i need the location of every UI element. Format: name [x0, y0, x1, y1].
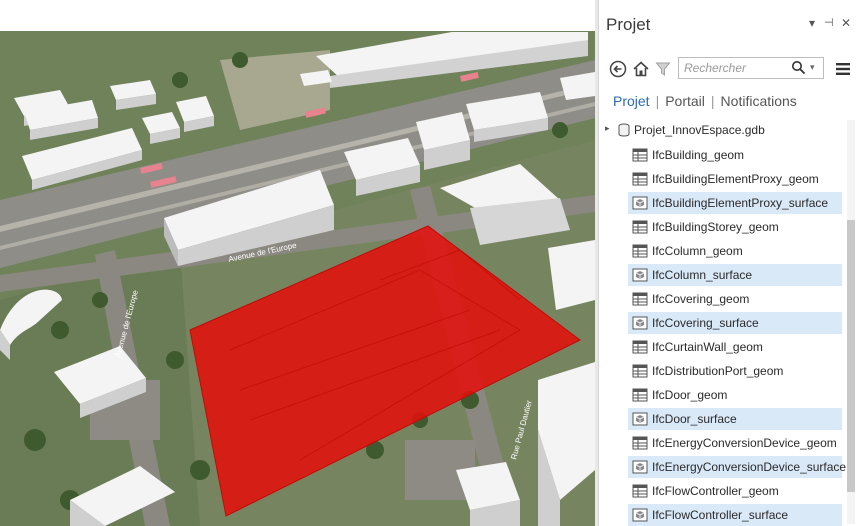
tree-item[interactable]: IfcBuildingStorey_geom — [628, 216, 842, 238]
tree-item-label: IfcCovering_surface — [652, 316, 759, 330]
home-icon[interactable] — [630, 58, 652, 80]
back-icon[interactable] — [607, 58, 629, 80]
tree-item-label: IfcBuilding_geom — [652, 148, 745, 162]
tree-item[interactable]: IfcFlowController_surface — [628, 504, 842, 526]
dropdown-arrow-icon[interactable]: ▾ — [810, 62, 815, 73]
tab-notifications[interactable]: Notifications — [721, 93, 797, 109]
tree-item[interactable]: IfcCovering_geom — [628, 288, 842, 310]
tree-item-label: IfcEnergyConversionDevice_geom — [652, 436, 837, 450]
expand-arrow-icon[interactable]: ▸ — [605, 123, 610, 134]
project-pane: Projet ▾ ⊣ ✕ ▾ Projet|Portail|Notificati… — [598, 0, 863, 526]
tree-item[interactable]: IfcFlowController_geom — [628, 480, 842, 502]
tree-item[interactable]: IfcEnergyConversionDevice_geom — [628, 432, 842, 454]
tree-item[interactable]: IfcColumn_surface — [628, 264, 842, 286]
surface-feature-class-icon — [632, 412, 648, 426]
surface-feature-class-icon — [632, 460, 648, 474]
table-icon — [632, 388, 648, 402]
tree-item[interactable]: IfcBuildingElementProxy_surface — [628, 192, 842, 214]
tree-item[interactable]: IfcColumn_geom — [628, 240, 842, 262]
tree-item-label: IfcDistributionPort_geom — [652, 364, 784, 378]
tree-item[interactable]: IfcCurtainWall_geom — [628, 336, 842, 358]
surface-feature-class-icon — [632, 196, 648, 210]
tree-item-label: IfcColumn_surface — [652, 268, 753, 282]
scrollbar-thumb[interactable] — [847, 220, 855, 492]
tree-item-label: IfcEnergyConversionDevice_surface — [652, 460, 847, 474]
tree-item-label: IfcColumn_geom — [652, 244, 743, 258]
table-icon — [632, 244, 648, 258]
map-scene[interactable]: Avenue de l'Europe Avenue de l'Europe Ru… — [0, 31, 595, 526]
close-icon[interactable]: ✕ — [841, 16, 851, 30]
tree-root-label: Projet_InnovEspace.gdb — [634, 123, 765, 137]
tree-root-geodatabase[interactable]: ▸ Projet_InnovEspace.gdb — [599, 120, 844, 142]
tree-item[interactable]: IfcBuildingElementProxy_geom — [628, 168, 842, 190]
tree-item-label: IfcFlowController_geom — [652, 484, 779, 498]
tree-item-label: IfcBuildingElementProxy_geom — [652, 172, 819, 186]
pane-tabs: Projet | Portail | Notifications — [613, 93, 797, 109]
menu-icon[interactable] — [832, 58, 854, 80]
pane-title: Projet — [606, 15, 651, 34]
tree-item[interactable]: IfcBuilding_geom — [628, 144, 842, 166]
tree-item-label: IfcBuildingStorey_geom — [652, 220, 779, 234]
tree-item[interactable]: IfcDoor_surface — [628, 408, 842, 430]
table-icon — [632, 364, 648, 378]
table-icon — [632, 340, 648, 354]
search-box[interactable]: ▾ — [678, 57, 824, 79]
tree-scrollbar[interactable] — [847, 120, 855, 524]
database-icon — [618, 123, 630, 142]
pane-toolbar: ▾ — [599, 55, 863, 83]
table-icon — [632, 292, 648, 306]
map-view-header — [0, 0, 595, 32]
tree-item-label: IfcCovering_geom — [652, 292, 750, 306]
tree-item[interactable]: IfcDistributionPort_geom — [628, 360, 842, 382]
tab-projet[interactable]: Projet — [613, 93, 650, 109]
tab-portail[interactable]: Portail — [665, 93, 705, 109]
pane-menu-icon[interactable]: ▾ — [809, 16, 815, 30]
table-icon — [632, 484, 648, 498]
tree-item-label: IfcFlowController_surface — [652, 508, 789, 522]
surface-feature-class-icon — [632, 316, 648, 330]
tree-item-label: IfcBuildingElementProxy_surface — [652, 196, 829, 210]
table-icon — [632, 220, 648, 234]
tree-item[interactable]: IfcDoor_geom — [628, 384, 842, 406]
surface-feature-class-icon — [632, 508, 648, 522]
tree-item-label: IfcCurtainWall_geom — [652, 340, 763, 354]
pin-icon[interactable]: ⊣ — [824, 16, 834, 29]
surface-feature-class-icon — [632, 268, 648, 282]
tree-item[interactable]: IfcCovering_surface — [628, 312, 842, 334]
table-icon — [632, 436, 648, 450]
tree-item[interactable]: IfcEnergyConversionDevice_surface — [628, 456, 846, 478]
map-view[interactable]: Avenue de l'Europe Avenue de l'Europe Ru… — [0, 0, 595, 526]
table-icon — [632, 148, 648, 162]
tree-item-label: IfcDoor_geom — [652, 388, 728, 402]
filter-icon[interactable] — [652, 58, 674, 80]
search-input[interactable] — [684, 60, 788, 76]
tree-item-label: IfcDoor_surface — [652, 412, 737, 426]
table-icon — [632, 172, 648, 186]
search-icon[interactable] — [791, 60, 806, 80]
